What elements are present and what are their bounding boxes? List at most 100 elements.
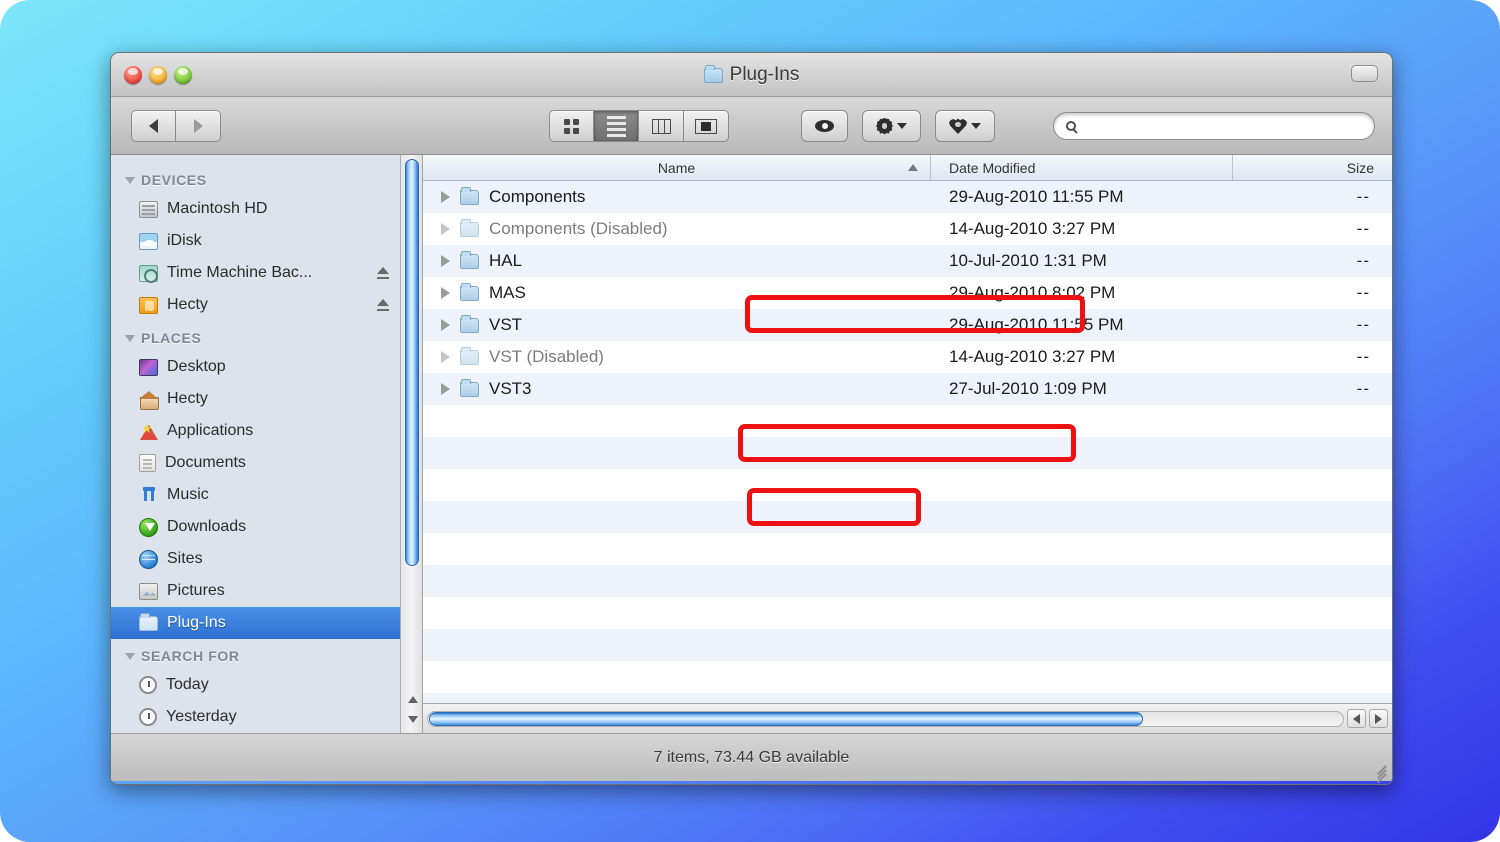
search-field[interactable]	[1053, 112, 1375, 140]
column-header-name[interactable]: Name	[423, 155, 931, 180]
column-view-button[interactable]	[639, 110, 684, 142]
action-menu-button[interactable]	[862, 110, 921, 142]
close-button[interactable]	[124, 66, 142, 84]
minimize-button[interactable]	[149, 66, 167, 84]
scroll-up-button[interactable]	[405, 692, 420, 707]
coverflow-icon	[695, 118, 717, 134]
title-bar[interactable]: Plug-Ins	[111, 53, 1392, 97]
folder-icon	[460, 218, 479, 237]
row-size-cell: --	[1356, 187, 1370, 206]
column-header-label: Name	[657, 159, 696, 176]
disclosure-triangle-icon[interactable]	[441, 223, 450, 235]
columns-icon	[651, 118, 671, 134]
toolbar-toggle-button[interactable]	[1351, 65, 1378, 82]
grid-icon	[564, 118, 579, 134]
table-row[interactable]: Components (Disabled) 14-Aug-2010 3:27 P…	[423, 213, 1392, 245]
table-row[interactable]: VST 29-Aug-2010 11:55 PM --	[423, 309, 1392, 341]
table-row[interactable]: HAL 10-Jul-2010 1:31 PM --	[423, 245, 1392, 277]
eject-icon[interactable]	[377, 299, 390, 311]
sidebar-item-pictures[interactable]: Pictures	[111, 575, 400, 607]
row-name-cell[interactable]: HAL	[423, 250, 931, 271]
vertical-scrollbar-thumb[interactable]	[405, 159, 419, 566]
column-header-date-modified[interactable]: Date Modified	[931, 155, 1233, 180]
resize-grip[interactable]	[1372, 762, 1387, 783]
sidebar-section-places[interactable]: PLACES	[111, 321, 400, 351]
sidebar-item-macintosh-hd[interactable]: Macintosh HD	[111, 193, 400, 225]
disclosure-triangle-icon[interactable]	[441, 383, 450, 395]
arrange-menu-button[interactable]	[935, 110, 995, 142]
sites-icon	[139, 549, 158, 569]
list-icon	[606, 115, 626, 137]
row-date-cell: 14-Aug-2010 3:27 PM	[949, 219, 1116, 238]
sidebar-item-label: Hecty	[167, 390, 208, 407]
sidebar-item-music[interactable]: Music	[111, 479, 400, 511]
row-name-cell[interactable]: Components (Disabled)	[423, 218, 931, 239]
disclosure-triangle-icon[interactable]	[441, 351, 450, 363]
table-row[interactable]: MAS 29-Aug-2010 8:02 PM --	[423, 277, 1392, 309]
row-name-cell[interactable]: Components	[423, 186, 931, 207]
horizontal-scrollbar-thumb[interactable]	[429, 711, 1143, 726]
disclosure-triangle-icon[interactable]	[441, 255, 450, 267]
scroll-down-button[interactable]	[405, 712, 420, 727]
row-date-cell: 29-Aug-2010 11:55 PM	[949, 315, 1124, 334]
quicklook-button[interactable]	[801, 110, 848, 142]
downloads-icon	[139, 517, 158, 537]
disclosure-triangle-icon[interactable]	[125, 334, 135, 342]
sidebar-section-devices[interactable]: DEVICES	[111, 163, 400, 193]
sidebar-item-applications[interactable]: Applications	[111, 415, 400, 447]
vertical-scrollbar[interactable]	[401, 155, 423, 733]
list-view-button[interactable]	[594, 110, 639, 142]
sidebar-item-label: Macintosh HD	[167, 200, 268, 217]
icon-view-button[interactable]	[549, 110, 594, 142]
sidebar-item-idisk[interactable]: iDisk	[111, 225, 400, 257]
scroll-left-button[interactable]	[1347, 709, 1366, 728]
sidebar-item-today[interactable]: Today	[111, 669, 400, 701]
empty-row	[423, 693, 1392, 703]
row-name-cell[interactable]: VST (Disabled)	[423, 346, 931, 367]
sidebar-item-time-machine[interactable]: Time Machine Bac...	[111, 257, 400, 289]
sidebar-item-desktop[interactable]: Desktop	[111, 351, 400, 383]
sidebar-item-plug-ins[interactable]: Plug-Ins	[111, 607, 400, 639]
scroll-right-button[interactable]	[1369, 709, 1388, 728]
horizontal-scrollbar-track[interactable]	[427, 710, 1344, 727]
back-button[interactable]	[131, 110, 176, 142]
file-name: Components	[489, 187, 586, 206]
empty-row	[423, 501, 1392, 533]
hard-drive-icon	[139, 200, 158, 218]
row-name-cell[interactable]: VST	[423, 314, 931, 335]
window-body: DEVICES Macintosh HD iDisk Time Machine …	[111, 155, 1392, 733]
disclosure-triangle-icon[interactable]	[441, 191, 450, 203]
table-row[interactable]: VST3 27-Jul-2010 1:09 PM --	[423, 373, 1392, 405]
sidebar-section-label: PLACES	[141, 330, 202, 346]
column-header-size[interactable]: Size	[1233, 155, 1392, 180]
disclosure-triangle-icon[interactable]	[441, 287, 450, 299]
row-size-cell: --	[1356, 347, 1370, 366]
disclosure-triangle-icon[interactable]	[125, 652, 135, 660]
idisk-icon	[139, 232, 158, 250]
clock-icon	[139, 708, 157, 726]
forward-button[interactable]	[176, 110, 221, 142]
sidebar-section-search-for[interactable]: SEARCH FOR	[111, 639, 400, 669]
folder-icon	[460, 186, 479, 205]
navigation-buttons	[131, 110, 221, 142]
sidebar-item-label: Time Machine Bac...	[167, 264, 313, 281]
row-name-cell[interactable]: MAS	[423, 282, 931, 303]
table-row[interactable]: VST (Disabled) 14-Aug-2010 3:27 PM --	[423, 341, 1392, 373]
row-name-cell[interactable]: VST3	[423, 378, 931, 399]
triangle-up-icon	[407, 696, 418, 703]
horizontal-scrollbar[interactable]	[423, 703, 1392, 733]
search-input[interactable]	[1083, 118, 1362, 134]
disclosure-triangle-icon[interactable]	[125, 176, 135, 184]
sidebar-item-downloads[interactable]: Downloads	[111, 511, 400, 543]
eject-icon[interactable]	[377, 267, 390, 279]
sidebar-item-hecty-home[interactable]: Hecty	[111, 383, 400, 415]
sidebar-item-documents[interactable]: Documents	[111, 447, 400, 479]
sidebar-item-hecty-device[interactable]: Hecty	[111, 289, 400, 321]
zoom-button[interactable]	[174, 66, 192, 84]
table-row[interactable]: Components 29-Aug-2010 11:55 PM --	[423, 181, 1392, 213]
file-name: VST (Disabled)	[489, 347, 604, 366]
disclosure-triangle-icon[interactable]	[441, 319, 450, 331]
sidebar-item-sites[interactable]: Sites	[111, 543, 400, 575]
sidebar-item-yesterday[interactable]: Yesterday	[111, 701, 400, 733]
coverflow-view-button[interactable]	[684, 110, 729, 142]
